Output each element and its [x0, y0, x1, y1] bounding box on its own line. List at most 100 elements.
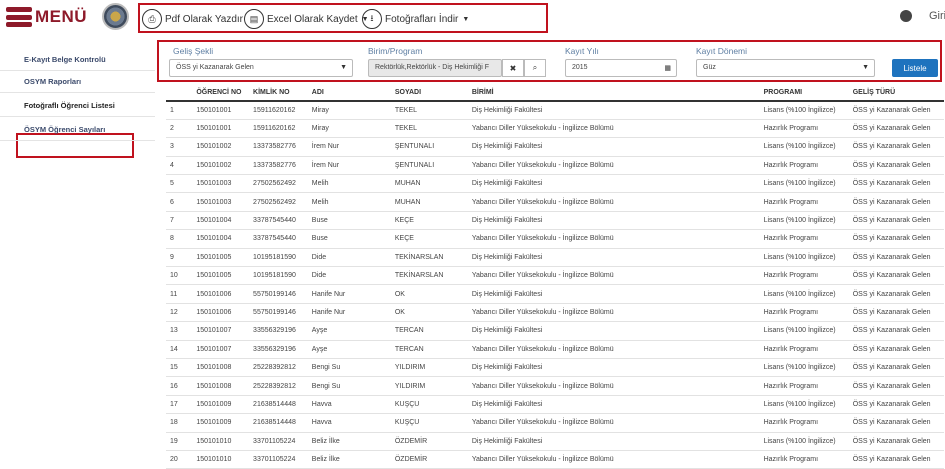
gelis-sekli-select[interactable]: ÖSS yi Kazanarak Gelen ▼ — [169, 59, 353, 77]
cell-first-name: Buse — [307, 211, 391, 231]
table-row[interactable]: 13 150101007 33556329196 Ayşe TERCAN Diş Heki… — [166, 321, 944, 341]
table-row[interactable]: 6 150101003 27502562492 Melih MUHAN Yabancı D… — [166, 192, 944, 212]
cell-row-number: 17 — [166, 395, 193, 415]
cell-row-number: 9 — [166, 248, 193, 268]
cell-program: Hazırlık Programı — [759, 450, 849, 469]
sidebar: E-Kayıt Belge Kontrolü OSYM Raporları Fo… — [0, 40, 155, 453]
table-row[interactable]: 19 150101010 33701105224 Beliz İlke ÖZDEMİR D… — [166, 432, 944, 451]
table-row[interactable]: 8 150101004 33787545440 Buse KEÇE Yabancı Dil… — [166, 229, 944, 249]
cell-student-no: 150101004 — [192, 211, 250, 231]
gelis-sekli-value: ÖSS yi Kazanarak Gelen — [176, 64, 254, 71]
sidebar-item-ekayit[interactable]: E-Kayıt Belge Kontrolü — [24, 55, 106, 64]
cell-student-no: 150101005 — [192, 248, 250, 268]
globe-icon[interactable] — [900, 10, 912, 22]
cell-program: Hazırlık Programı — [759, 192, 849, 212]
cell-unit: Yabancı Diller Yüksekokulu - İngilizce B… — [467, 229, 760, 249]
excel-save-button[interactable]: ▤ Excel Olarak Kaydet ▼ — [244, 9, 369, 29]
table-row[interactable]: 11 150101006 55750199146 Hanife Nur OK Diş He… — [166, 284, 944, 304]
search-button[interactable]: ⌕ — [524, 59, 546, 77]
cell-entry-type: ÖSS yi Kazanarak Gelen — [848, 156, 944, 176]
table-row[interactable]: 7 150101004 33787545440 Buse KEÇE Diş Hekimli… — [166, 211, 944, 231]
clear-button[interactable]: ✖ — [502, 59, 524, 77]
table-row[interactable]: 14 150101007 33556329196 Ayşe TERCAN Yabancı … — [166, 340, 944, 359]
table-row[interactable]: 18 150101009 21638514448 Havva KUŞÇU Yabancı … — [166, 413, 944, 433]
cell-unit: Diş Hekimliği Fakültesi — [467, 358, 760, 378]
chevron-down-icon: ▼ — [862, 64, 869, 71]
table-row[interactable]: 17 150101009 21638514448 Havva KUŞÇU Diş Heki… — [166, 395, 944, 415]
cell-entry-type: ÖSS yi Kazanarak Gelen — [848, 137, 944, 157]
cell-last-name: TEKEL — [390, 119, 468, 139]
cell-unit: Yabancı Diller Yüksekokulu - İngilizce B… — [467, 340, 760, 359]
cell-last-name: ŞENTUNALI — [390, 156, 468, 176]
cell-student-no: 150101002 — [192, 156, 250, 176]
cell-first-name: İrem Nur — [307, 156, 391, 176]
table-row[interactable]: 2 150101001 15911620162 Miray TEKEL Yabancı D… — [166, 119, 944, 139]
cell-last-name: ŞENTUNALI — [390, 137, 468, 157]
cell-id-no: 33787545440 — [249, 229, 308, 249]
cell-unit: Diş Hekimliği Fakültesi — [467, 101, 760, 120]
excel-save-label: Excel Olarak Kaydet — [267, 13, 358, 25]
cell-row-number: 14 — [166, 340, 193, 359]
cell-entry-type: ÖSS yi Kazanarak Gelen — [848, 211, 944, 231]
table-row[interactable]: 12 150101006 55750199146 Hanife Nur OK Yabanc… — [166, 303, 944, 323]
cell-student-no: 150101006 — [192, 284, 250, 304]
chevron-down-icon: ▼ — [340, 64, 347, 71]
print-icon: ⎙ — [142, 9, 162, 29]
cell-last-name: KEÇE — [390, 211, 468, 231]
table-row[interactable]: 20 150101010 33701105224 Beliz İlke ÖZDEMİR Y… — [166, 450, 944, 469]
table-row[interactable]: 5 150101003 27502562492 Melih MUHAN Diş Hekim… — [166, 174, 944, 194]
table-row[interactable]: 4 150101002 13373582776 İrem Nur ŞENTUNALI Ya… — [166, 156, 944, 176]
cell-unit: Yabancı Diller Yüksekokulu - İngilizce B… — [467, 303, 760, 323]
cell-unit: Diş Hekimliği Fakültesi — [467, 137, 760, 157]
pdf-print-button[interactable]: ⎙ Pdf Olarak Yazdır — [142, 9, 243, 29]
cell-last-name: KUŞÇU — [390, 395, 468, 415]
table-row[interactable]: 3 150101002 13373582776 İrem Nur ŞENTUNALI Di… — [166, 137, 944, 157]
cell-row-number: 16 — [166, 376, 193, 396]
sidebar-item-fotografli-liste[interactable]: Fotoğraflı Öğrenci Listesi — [24, 101, 115, 110]
cell-student-no: 150101006 — [192, 303, 250, 323]
cell-last-name: YILDIRIM — [390, 376, 468, 396]
column-header-first-name: ADI — [307, 84, 391, 102]
cell-row-number: 7 — [166, 211, 193, 231]
kayit-yili-input[interactable]: 2015 ▦ — [565, 59, 677, 77]
kayit-donemi-select[interactable]: Güz ▼ — [696, 59, 875, 77]
table-row[interactable]: 16 150101008 25228392812 Bengi Su YILDIRIM Ya… — [166, 376, 944, 396]
cell-first-name: Dide — [307, 266, 391, 286]
table-row[interactable]: 1 150101001 15911620162 Miray TEKEL Diş Hekim… — [166, 101, 944, 120]
cell-program: Lisans (%100 İngilizce) — [759, 174, 849, 194]
cell-student-no: 150101001 — [192, 101, 250, 120]
cell-row-number: 18 — [166, 413, 193, 433]
calendar-icon[interactable]: ▦ — [664, 64, 671, 72]
cell-entry-type: ÖSS yi Kazanarak Gelen — [848, 321, 944, 341]
listele-button[interactable]: Listele — [892, 59, 938, 77]
cell-entry-type: ÖSS yi Kazanarak Gelen — [848, 450, 944, 469]
cell-program: Lisans (%100 İngilizce) — [759, 284, 849, 304]
cell-last-name: TEKEL — [390, 101, 468, 120]
sidebar-item-osym-raporlari[interactable]: OSYM Raporları — [24, 77, 81, 86]
cell-entry-type: ÖSS yi Kazanarak Gelen — [848, 248, 944, 268]
table-row[interactable]: 10 150101005 10195181590 Dide TEKİNARSLAN Yab… — [166, 266, 944, 286]
menu-button[interactable]: MENÜ — [6, 7, 87, 27]
photo-download-button[interactable]: ⭳ Fotoğrafları İndir ▼ — [362, 9, 469, 29]
cell-id-no: 55750199146 — [249, 284, 308, 304]
divider — [0, 116, 155, 117]
cell-first-name: Dide — [307, 248, 391, 268]
cell-id-no: 21638514448 — [249, 395, 308, 415]
cell-entry-type: ÖSS yi Kazanarak Gelen — [848, 303, 944, 323]
cell-row-number: 3 — [166, 137, 193, 157]
export-toolbar: ⎙ Pdf Olarak Yazdır ▤ Excel Olarak Kayde… — [138, 3, 548, 33]
table-row[interactable]: 15 150101008 25228392812 Bengi Su YILDIRIM Di… — [166, 358, 944, 378]
birim-label: Birim/Program — [368, 46, 423, 56]
cell-id-no: 13373582776 — [249, 156, 308, 176]
column-header-last-name: SOYADI — [390, 84, 468, 102]
sidebar-item-osym-sayilari[interactable]: ÖSYM Öğrenci Sayıları — [24, 125, 105, 134]
cell-entry-type: ÖSS yi Kazanarak Gelen — [848, 284, 944, 304]
cell-program: Hazırlık Programı — [759, 413, 849, 433]
cell-first-name: Bengi Su — [307, 358, 391, 378]
table-row[interactable]: 9 150101005 10195181590 Dide TEKİNARSLAN Diş … — [166, 248, 944, 268]
login-link[interactable]: Giri — [929, 10, 945, 22]
cell-row-number: 20 — [166, 450, 193, 469]
cell-id-no: 10195181590 — [249, 248, 308, 268]
cell-id-no: 25228392812 — [249, 358, 308, 378]
cell-unit: Yabancı Diller Yüksekokulu - İngilizce B… — [467, 266, 760, 286]
